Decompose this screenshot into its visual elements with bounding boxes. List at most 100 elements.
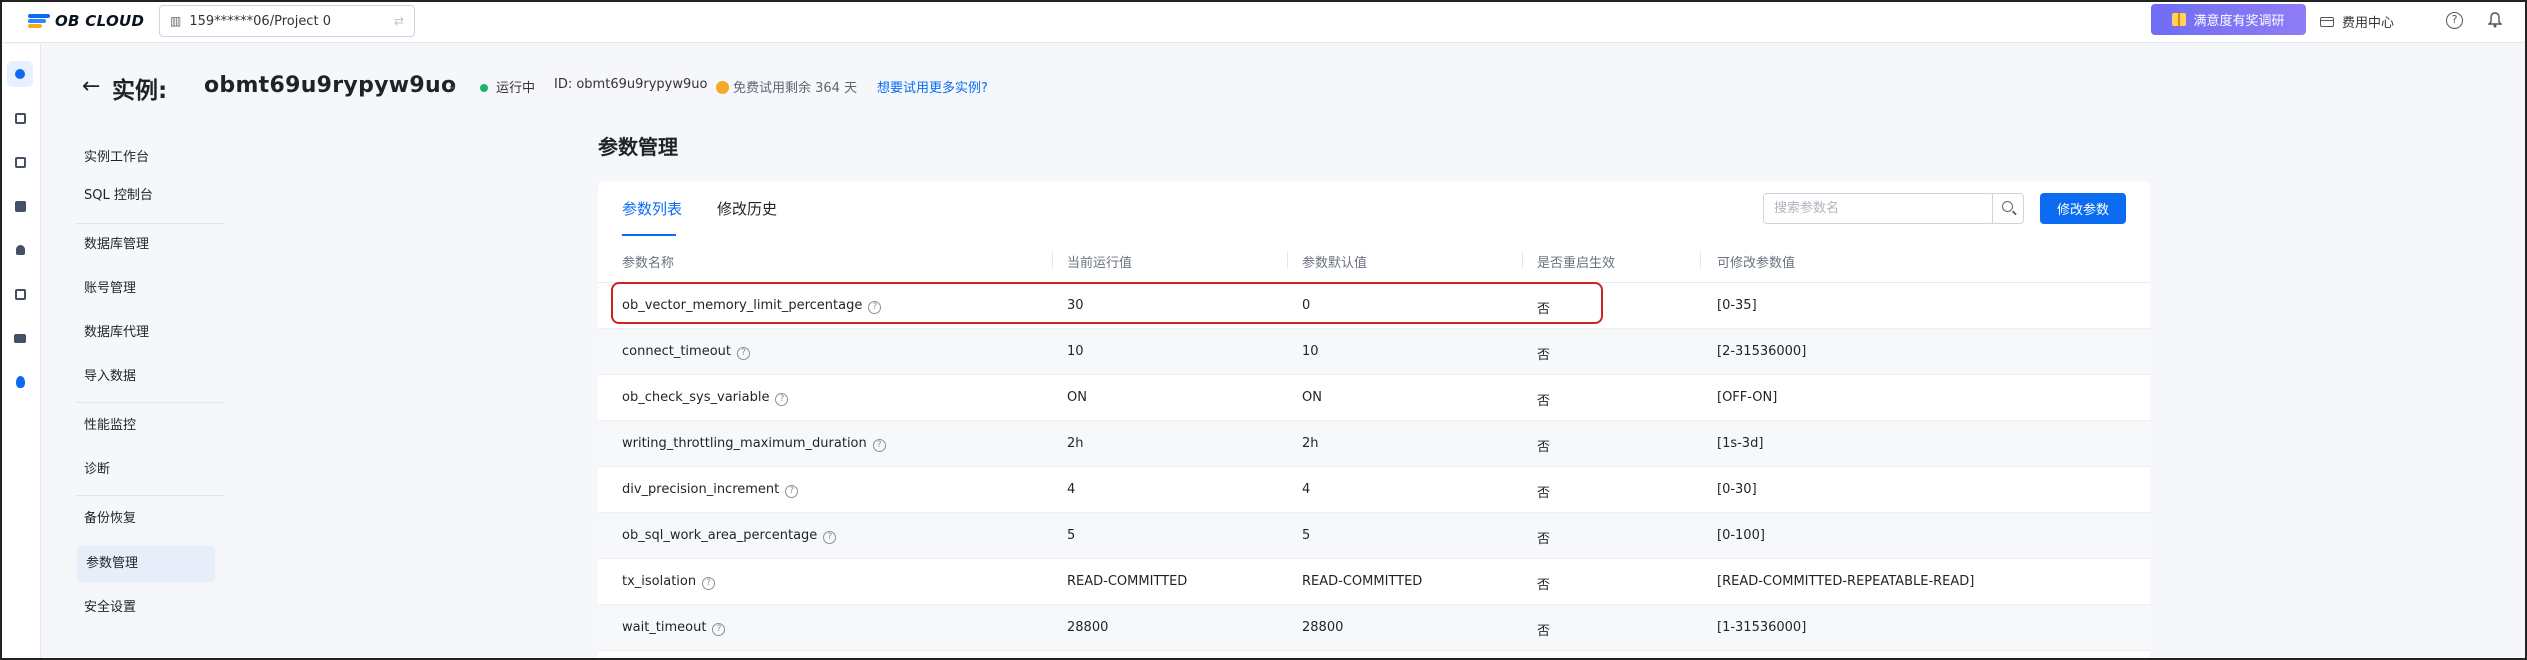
current-value-cell: ON <box>1067 390 1087 405</box>
help-circle-icon[interactable]: ? <box>712 623 726 636</box>
switch-icon[interactable]: ⇄ <box>394 14 404 28</box>
table-header <box>598 243 2150 283</box>
status-dot-icon <box>480 84 488 92</box>
active-tab-indicator <box>622 234 676 236</box>
restart-cell: 否 <box>1537 440 1551 455</box>
sidebar-item-security[interactable]: 安全设置 <box>75 590 213 626</box>
search-input[interactable] <box>1764 194 1992 223</box>
default-value-cell: 10 <box>1302 344 1319 359</box>
sidebar-item-database[interactable]: 数据库管理 <box>75 227 213 263</box>
help-icon[interactable]: ? <box>2446 12 2463 29</box>
monitor-icon[interactable] <box>7 105 33 131</box>
sidebar-divider <box>75 495 225 496</box>
page-title: 参数管理 <box>598 135 678 159</box>
notification-bell-icon[interactable] <box>2488 12 2502 28</box>
sidebar-item-workbench[interactable]: 实例工作台 <box>75 140 213 176</box>
help-circle-icon[interactable]: ? <box>823 531 837 544</box>
default-value-cell: 2h <box>1302 436 1319 451</box>
restart-cell: 否 <box>1537 532 1551 547</box>
table-row[interactable] <box>598 375 2150 421</box>
document-icon[interactable] <box>7 281 33 307</box>
range-cell: [OFF-ON] <box>1717 390 1778 405</box>
apps-grid-icon[interactable] <box>7 193 33 219</box>
column-divider <box>1287 251 1288 269</box>
sidebar-divider <box>75 402 225 403</box>
fee-center-link[interactable]: 费用中心 <box>2320 12 2394 31</box>
help-circle-icon[interactable]: ? <box>736 347 750 360</box>
range-cell: [1s-3d] <box>1717 436 1764 451</box>
sidebar-item-diagnosis[interactable]: 诊断 <box>75 452 213 488</box>
sidebar-item-db-proxy[interactable]: 数据库代理 <box>75 315 213 351</box>
help-circle-icon[interactable]: ? <box>785 485 799 498</box>
restart-cell: 否 <box>1537 624 1551 639</box>
param-name-cell: div_precision_increment? <box>622 482 799 498</box>
tab-parameter-list[interactable]: 参数列表 <box>622 198 682 219</box>
survey-button-label: 满意度有奖调研 <box>2193 14 2285 29</box>
restart-cell: 否 <box>1537 348 1551 363</box>
column-header-default: 参数默认值 <box>1302 256 1368 271</box>
range-cell: [2-31536000] <box>1717 344 1807 359</box>
current-value-cell: 2h <box>1067 436 1084 451</box>
default-value-cell: ON <box>1302 390 1322 405</box>
copy-icon[interactable] <box>7 149 33 175</box>
project-selector[interactable]: ▥ 159******06/Project 0 ⇄ <box>159 5 415 37</box>
search-field[interactable] <box>1763 193 1994 224</box>
top-bar: OB CLOUD ▥ 159******06/Project 0 ⇄ 满意度有奖… <box>0 0 2527 43</box>
sidebar-item-accounts[interactable]: 账号管理 <box>75 271 213 307</box>
column-header-name: 参数名称 <box>622 256 675 271</box>
instance-label: 实例: <box>112 78 168 104</box>
table-row[interactable] <box>598 605 2150 651</box>
range-cell: [0-100] <box>1717 528 1765 543</box>
range-cell: [0-35] <box>1717 298 1757 313</box>
tab-modify-history[interactable]: 修改历史 <box>717 198 777 219</box>
more-trial-link[interactable]: 想要试用更多实例? <box>877 77 988 96</box>
help-circle-icon[interactable]: ? <box>872 439 886 452</box>
instance-name: obmt69u9rypyw9uo <box>204 73 457 98</box>
help-circle-icon[interactable]: ? <box>702 577 716 590</box>
lightbulb-icon[interactable] <box>7 369 33 395</box>
search-button[interactable] <box>1992 193 2024 224</box>
billing-icon <box>2320 16 2334 27</box>
restart-cell: 否 <box>1537 394 1551 409</box>
sidebar-item-import[interactable]: 导入数据 <box>75 359 213 395</box>
param-name-cell: connect_timeout? <box>622 344 750 360</box>
highlight-annotation <box>611 282 1603 324</box>
column-divider <box>1522 251 1523 269</box>
instances-icon[interactable] <box>7 61 33 87</box>
gift-icon <box>2172 13 2187 26</box>
range-cell: [0-30] <box>1717 482 1757 497</box>
sidebar-item-sql-console[interactable]: SQL 控制台 <box>75 178 213 214</box>
column-divider <box>1052 251 1053 269</box>
sidebar-item-monitoring[interactable]: 性能监控 <box>75 408 213 444</box>
param-name-cell: ob_check_sys_variable? <box>622 390 789 406</box>
help-circle-icon[interactable]: ? <box>775 393 789 406</box>
table-row[interactable] <box>598 329 2150 375</box>
table-row[interactable] <box>598 467 2150 513</box>
default-value-cell: 4 <box>1302 482 1311 497</box>
range-cell: [READ-COMMITTED-REPEATABLE-READ] <box>1717 574 1975 589</box>
alert-icon[interactable] <box>7 237 33 263</box>
back-arrow-icon[interactable]: ← <box>82 74 100 99</box>
param-name-cell: writing_throttling_maximum_duration? <box>622 436 886 452</box>
fee-center-label: 费用中心 <box>2342 16 2395 31</box>
survey-button[interactable]: 满意度有奖调研 <box>2151 4 2306 35</box>
instance-id: ID: obmt69u9rypyw9uo <box>554 77 708 92</box>
range-cell: [1-31536000] <box>1717 620 1807 635</box>
sidebar-divider <box>75 223 225 224</box>
ob-cloud-logo[interactable]: OB CLOUD <box>28 10 144 32</box>
logo-text: OB CLOUD <box>55 12 145 30</box>
param-name-cell: wait_timeout? <box>622 620 726 636</box>
video-icon[interactable] <box>7 325 33 351</box>
column-header-current: 当前运行值 <box>1067 256 1133 271</box>
param-name-cell: tx_isolation? <box>622 574 716 590</box>
sidebar-item-parameters[interactable]: 参数管理 <box>77 546 215 582</box>
sidebar-item-backup[interactable]: 备份恢复 <box>75 501 213 537</box>
default-value-cell: 5 <box>1302 528 1311 543</box>
column-divider <box>1700 251 1701 269</box>
param-name-cell: ob_sql_work_area_percentage? <box>622 528 837 544</box>
project-selector-label: 159******06/Project 0 <box>189 13 331 29</box>
edit-parameters-button[interactable]: 修改参数 <box>2040 193 2126 224</box>
building-icon: ▥ <box>170 14 182 28</box>
chevron-down-icon[interactable]: ⌄ <box>447 78 458 93</box>
restart-cell: 否 <box>1537 578 1551 593</box>
